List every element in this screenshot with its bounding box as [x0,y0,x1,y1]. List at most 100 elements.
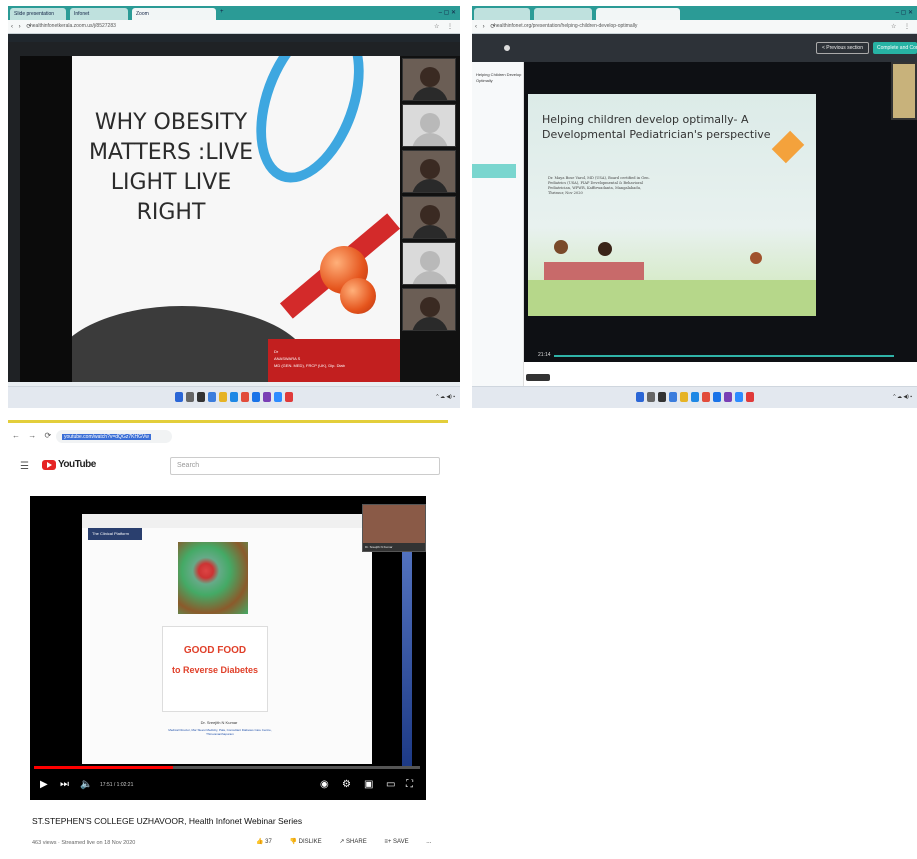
participant-gallery [400,56,460,382]
share-label: SHARE [346,839,367,845]
video-meta: 463 views · Streamed live on 18 Nov 2020 [32,840,136,846]
youtube-logo-text[interactable]: YouTube [58,459,96,470]
search-icon[interactable] [646,392,655,402]
window-controls-icon[interactable]: – ▢ ✕ [439,9,456,16]
app-icon[interactable] [252,392,260,402]
save-button[interactable]: ≡+ SAVE [384,839,416,845]
previous-section-button[interactable]: < Previous section [816,42,869,54]
course-sidebar: Helping Children Develop Optimally [472,62,524,386]
start-icon[interactable] [635,392,644,402]
video-progress-bar[interactable]: 21:14 [524,349,917,362]
fullscreen-icon[interactable]: ⛶ [406,779,413,790]
bench-graphic [544,262,644,280]
taskbar-app-icons[interactable] [635,392,754,402]
webcam-caption: Dr. Sreejith N Kumar [363,543,425,551]
folder-icon[interactable] [679,392,688,402]
app-icon[interactable] [745,392,754,402]
browser-toolbar-icons[interactable]: ☆ ⋮ [891,23,913,30]
app-icon[interactable] [208,392,216,402]
address-bar: ‹ › ⟳ healthinfonet.org/presentation/hel… [472,20,917,34]
url-field[interactable]: healthinfonetkerala.zoom.us/j/8527283 [30,23,290,31]
youtube-logo-icon[interactable] [42,460,56,470]
chrome-icon[interactable] [701,392,710,402]
taskbar-app-icons[interactable] [175,392,293,402]
participant-tile[interactable] [402,104,456,147]
folder-icon[interactable] [219,392,227,402]
browser-tab[interactable] [534,8,592,20]
tomato-graphic [340,278,376,314]
zoom-icon[interactable] [734,392,743,402]
slide-side-graphic [402,516,412,766]
autoplay-toggle-icon[interactable]: ◉ [320,779,329,790]
participant-tile[interactable] [402,150,456,193]
slide-title-line1: GOOD FOOD [183,645,247,656]
task-view-icon[interactable] [657,392,666,402]
browser-tab-active[interactable] [596,8,680,20]
speaker-name-card: Dr ANASWARA S MD (GEN. MED), FRCP (UK), … [268,339,400,382]
app-icon[interactable] [723,392,732,402]
dislike-button[interactable]: 👎 DISLIKE [290,839,330,845]
play-icon[interactable]: ▶ [40,779,48,790]
nav-arrows-icon[interactable]: ← → ⟳ [12,431,54,440]
namecard-line: MD (GEN. MED), FRCP (UK), Dip. Diab [274,363,345,368]
video-time: 21:14 [538,352,551,358]
url-field[interactable]: healthinfonet.org/presentation/helping-c… [494,23,754,31]
browser-nav-bar: ← → ⟳ youtube.com/watch?v=dQGz7KHGVw [8,428,448,446]
app-icon[interactable] [712,392,721,402]
search-input[interactable]: Search [170,457,440,475]
slide-title: WHY OBESITY MATTERS :LIVE LIGHT LIVE RIG… [88,110,254,225]
browser-tab[interactable] [474,8,530,20]
kite-graphic [771,130,805,164]
search-icon[interactable] [186,392,194,402]
app-icon[interactable] [668,392,677,402]
share-button[interactable]: ↗ SHARE [339,839,374,845]
complete-and-continue-button[interactable]: Complete and Con [873,42,917,54]
graduation-cap-icon[interactable] [504,45,510,51]
progress-track[interactable] [554,355,894,357]
system-tray[interactable]: ^ ☁ ◀) ▪ [893,394,912,400]
start-icon[interactable] [175,392,183,402]
browser-toolbar-icons[interactable]: ☆ ⋮ [434,23,456,30]
presenter-affiliation: Medical Director, Mar Sleevi Medicity, P… [168,728,272,736]
app-icon[interactable] [263,392,271,402]
child-graphic [750,252,762,264]
child-graphic [598,242,612,256]
menu-icon[interactable]: ☰ [20,461,29,472]
browser-tab[interactable]: Infonet [70,8,128,20]
next-icon[interactable]: ⏭ [60,779,69,790]
browser-tab-active[interactable]: Zoom [132,8,216,20]
lecture-body [524,362,917,386]
app-icon[interactable] [285,392,293,402]
dislike-label: DISLIKE [298,839,322,845]
like-button[interactable]: 👍 37 [256,839,280,845]
new-tab-icon[interactable]: + [220,9,224,15]
system-tray[interactable]: ^ ☁ ◀) ▪ [436,394,455,400]
task-view-icon[interactable] [197,392,205,402]
scrubber-progress [34,766,173,769]
edge-icon[interactable] [690,392,699,402]
theater-icon[interactable]: ▭ [386,779,395,790]
course-app-bar: < Previous section Complete and Con [472,34,917,62]
participant-tile[interactable] [402,288,456,331]
volume-icon[interactable]: 🔈 [80,779,92,790]
browser-tab[interactable]: Slide presentation [10,8,66,20]
screenshot-youtube-webinar: ← → ⟳ youtube.com/watch?v=dQGz7KHGVw ☰ Y… [8,420,448,858]
slide-title-line2: to Reverse Diabetes [171,665,259,675]
chrome-icon[interactable] [241,392,249,402]
more-options-icon[interactable]: ... [426,839,431,845]
zoom-icon[interactable] [274,392,282,402]
miniplayer-icon[interactable]: ▣ [364,779,373,790]
video-player[interactable]: The Clinical Platform GOOD FOOD to Rever… [30,496,426,800]
download-button[interactable] [526,374,550,381]
shared-slide: WHY OBESITY MATTERS :LIVE LIGHT LIVE RIG… [72,56,400,382]
participant-tile[interactable] [402,58,456,101]
participant-tile[interactable] [402,196,456,239]
course-title[interactable]: Helping Children Develop Optimally [476,72,522,84]
edge-icon[interactable] [230,392,238,402]
sidebar-item-active[interactable] [472,164,516,178]
window-controls-icon[interactable]: – ▢ ✕ [896,9,913,16]
url-field[interactable]: youtube.com/watch?v=dQGz7KHGVw [56,430,172,443]
settings-icon[interactable]: ⚙ [342,779,351,790]
video-scrubber[interactable] [34,766,420,769]
participant-tile[interactable] [402,242,456,285]
